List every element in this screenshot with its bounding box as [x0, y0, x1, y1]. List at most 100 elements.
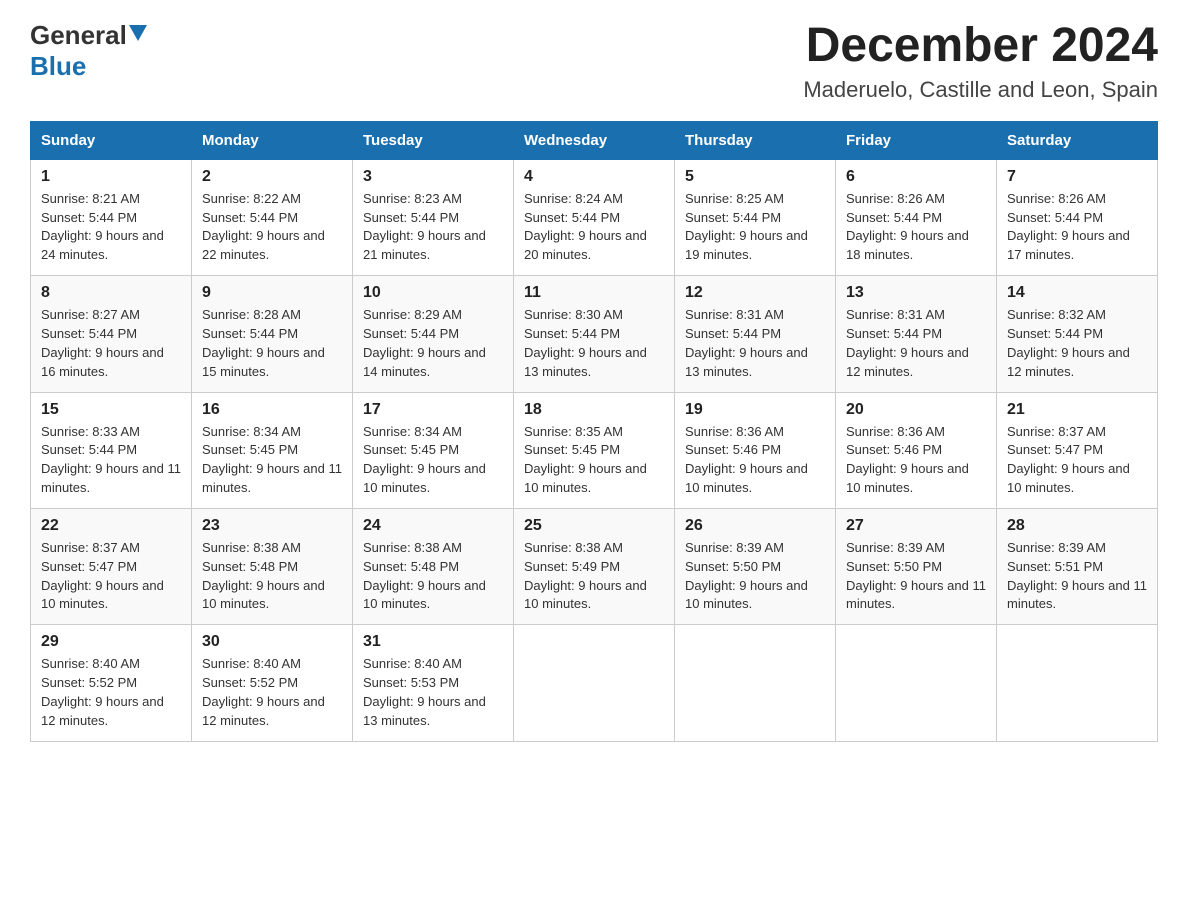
calendar-week-1: 1 Sunrise: 8:21 AMSunset: 5:44 PMDayligh…	[31, 159, 1158, 275]
calendar-cell: 3 Sunrise: 8:23 AMSunset: 5:44 PMDayligh…	[353, 159, 514, 275]
calendar-cell: 8 Sunrise: 8:27 AMSunset: 5:44 PMDayligh…	[31, 276, 192, 392]
day-number: 29	[41, 633, 181, 651]
day-info: Sunrise: 8:30 AMSunset: 5:44 PMDaylight:…	[524, 306, 664, 381]
calendar-week-5: 29 Sunrise: 8:40 AMSunset: 5:52 PMDaylig…	[31, 625, 1158, 741]
day-info: Sunrise: 8:39 AMSunset: 5:50 PMDaylight:…	[846, 539, 986, 614]
calendar-cell: 31 Sunrise: 8:40 AMSunset: 5:53 PMDaylig…	[353, 625, 514, 741]
day-number: 18	[524, 401, 664, 419]
calendar-cell: 13 Sunrise: 8:31 AMSunset: 5:44 PMDaylig…	[836, 276, 997, 392]
day-header-thursday: Thursday	[675, 121, 836, 159]
day-info: Sunrise: 8:26 AMSunset: 5:44 PMDaylight:…	[1007, 190, 1147, 265]
day-info: Sunrise: 8:33 AMSunset: 5:44 PMDaylight:…	[41, 423, 181, 498]
calendar-cell: 25 Sunrise: 8:38 AMSunset: 5:49 PMDaylig…	[514, 508, 675, 624]
page-header: General Blue December 2024 Maderuelo, Ca…	[30, 20, 1158, 103]
day-info: Sunrise: 8:38 AMSunset: 5:49 PMDaylight:…	[524, 539, 664, 614]
day-header-friday: Friday	[836, 121, 997, 159]
day-number: 19	[685, 401, 825, 419]
calendar-cell: 7 Sunrise: 8:26 AMSunset: 5:44 PMDayligh…	[997, 159, 1158, 275]
day-number: 22	[41, 517, 181, 535]
day-info: Sunrise: 8:36 AMSunset: 5:46 PMDaylight:…	[685, 423, 825, 498]
day-info: Sunrise: 8:31 AMSunset: 5:44 PMDaylight:…	[846, 306, 986, 381]
day-number: 27	[846, 517, 986, 535]
calendar-cell: 27 Sunrise: 8:39 AMSunset: 5:50 PMDaylig…	[836, 508, 997, 624]
calendar-cell: 22 Sunrise: 8:37 AMSunset: 5:47 PMDaylig…	[31, 508, 192, 624]
day-info: Sunrise: 8:36 AMSunset: 5:46 PMDaylight:…	[846, 423, 986, 498]
calendar-cell: 29 Sunrise: 8:40 AMSunset: 5:52 PMDaylig…	[31, 625, 192, 741]
calendar-cell: 19 Sunrise: 8:36 AMSunset: 5:46 PMDaylig…	[675, 392, 836, 508]
day-number: 17	[363, 401, 503, 419]
day-number: 30	[202, 633, 342, 651]
day-info: Sunrise: 8:39 AMSunset: 5:50 PMDaylight:…	[685, 539, 825, 614]
day-info: Sunrise: 8:21 AMSunset: 5:44 PMDaylight:…	[41, 190, 181, 265]
calendar-cell: 21 Sunrise: 8:37 AMSunset: 5:47 PMDaylig…	[997, 392, 1158, 508]
logo: General Blue	[30, 20, 147, 82]
day-info: Sunrise: 8:40 AMSunset: 5:53 PMDaylight:…	[363, 655, 503, 730]
day-info: Sunrise: 8:27 AMSunset: 5:44 PMDaylight:…	[41, 306, 181, 381]
calendar-week-3: 15 Sunrise: 8:33 AMSunset: 5:44 PMDaylig…	[31, 392, 1158, 508]
day-info: Sunrise: 8:34 AMSunset: 5:45 PMDaylight:…	[202, 423, 342, 498]
calendar-week-2: 8 Sunrise: 8:27 AMSunset: 5:44 PMDayligh…	[31, 276, 1158, 392]
day-info: Sunrise: 8:23 AMSunset: 5:44 PMDaylight:…	[363, 190, 503, 265]
day-info: Sunrise: 8:22 AMSunset: 5:44 PMDaylight:…	[202, 190, 342, 265]
day-number: 1	[41, 168, 181, 186]
day-info: Sunrise: 8:29 AMSunset: 5:44 PMDaylight:…	[363, 306, 503, 381]
calendar-cell: 17 Sunrise: 8:34 AMSunset: 5:45 PMDaylig…	[353, 392, 514, 508]
day-info: Sunrise: 8:40 AMSunset: 5:52 PMDaylight:…	[41, 655, 181, 730]
day-info: Sunrise: 8:37 AMSunset: 5:47 PMDaylight:…	[41, 539, 181, 614]
title-block: December 2024 Maderuelo, Castille and Le…	[803, 20, 1158, 103]
day-number: 6	[846, 168, 986, 186]
calendar-cell: 23 Sunrise: 8:38 AMSunset: 5:48 PMDaylig…	[192, 508, 353, 624]
day-number: 28	[1007, 517, 1147, 535]
day-number: 23	[202, 517, 342, 535]
calendar-header-row: SundayMondayTuesdayWednesdayThursdayFrid…	[31, 121, 1158, 159]
day-number: 12	[685, 284, 825, 302]
calendar-cell: 2 Sunrise: 8:22 AMSunset: 5:44 PMDayligh…	[192, 159, 353, 275]
day-info: Sunrise: 8:32 AMSunset: 5:44 PMDaylight:…	[1007, 306, 1147, 381]
day-number: 2	[202, 168, 342, 186]
day-number: 9	[202, 284, 342, 302]
logo-general: General	[30, 20, 127, 51]
day-number: 4	[524, 168, 664, 186]
day-number: 26	[685, 517, 825, 535]
logo-triangle-icon	[127, 23, 147, 46]
calendar-cell: 4 Sunrise: 8:24 AMSunset: 5:44 PMDayligh…	[514, 159, 675, 275]
calendar-body: 1 Sunrise: 8:21 AMSunset: 5:44 PMDayligh…	[31, 159, 1158, 741]
day-info: Sunrise: 8:38 AMSunset: 5:48 PMDaylight:…	[202, 539, 342, 614]
day-info: Sunrise: 8:39 AMSunset: 5:51 PMDaylight:…	[1007, 539, 1147, 614]
calendar-table: SundayMondayTuesdayWednesdayThursdayFrid…	[30, 121, 1158, 742]
day-number: 15	[41, 401, 181, 419]
calendar-cell: 18 Sunrise: 8:35 AMSunset: 5:45 PMDaylig…	[514, 392, 675, 508]
calendar-cell: 28 Sunrise: 8:39 AMSunset: 5:51 PMDaylig…	[997, 508, 1158, 624]
day-number: 3	[363, 168, 503, 186]
day-number: 21	[1007, 401, 1147, 419]
day-header-sunday: Sunday	[31, 121, 192, 159]
calendar-cell: 5 Sunrise: 8:25 AMSunset: 5:44 PMDayligh…	[675, 159, 836, 275]
calendar-cell: 9 Sunrise: 8:28 AMSunset: 5:44 PMDayligh…	[192, 276, 353, 392]
calendar-cell: 1 Sunrise: 8:21 AMSunset: 5:44 PMDayligh…	[31, 159, 192, 275]
day-number: 24	[363, 517, 503, 535]
day-info: Sunrise: 8:37 AMSunset: 5:47 PMDaylight:…	[1007, 423, 1147, 498]
calendar-cell: 16 Sunrise: 8:34 AMSunset: 5:45 PMDaylig…	[192, 392, 353, 508]
day-number: 25	[524, 517, 664, 535]
calendar-cell	[514, 625, 675, 741]
day-number: 31	[363, 633, 503, 651]
day-number: 13	[846, 284, 986, 302]
day-info: Sunrise: 8:38 AMSunset: 5:48 PMDaylight:…	[363, 539, 503, 614]
calendar-subtitle: Maderuelo, Castille and Leon, Spain	[803, 77, 1158, 103]
day-number: 20	[846, 401, 986, 419]
logo-blue: Blue	[30, 51, 86, 81]
day-info: Sunrise: 8:25 AMSunset: 5:44 PMDaylight:…	[685, 190, 825, 265]
day-number: 8	[41, 284, 181, 302]
day-number: 5	[685, 168, 825, 186]
day-number: 14	[1007, 284, 1147, 302]
calendar-cell	[836, 625, 997, 741]
calendar-title: December 2024	[803, 20, 1158, 73]
calendar-cell: 6 Sunrise: 8:26 AMSunset: 5:44 PMDayligh…	[836, 159, 997, 275]
calendar-cell: 30 Sunrise: 8:40 AMSunset: 5:52 PMDaylig…	[192, 625, 353, 741]
calendar-cell: 14 Sunrise: 8:32 AMSunset: 5:44 PMDaylig…	[997, 276, 1158, 392]
calendar-cell: 10 Sunrise: 8:29 AMSunset: 5:44 PMDaylig…	[353, 276, 514, 392]
calendar-cell	[997, 625, 1158, 741]
day-number: 7	[1007, 168, 1147, 186]
day-number: 11	[524, 284, 664, 302]
day-info: Sunrise: 8:35 AMSunset: 5:45 PMDaylight:…	[524, 423, 664, 498]
